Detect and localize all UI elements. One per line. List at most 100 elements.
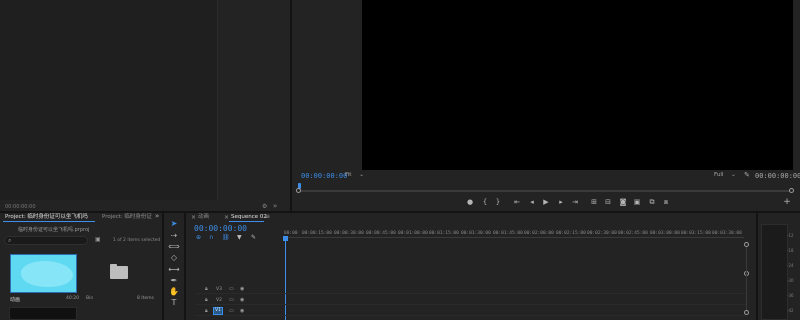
add-marker-icon[interactable]: ▼ — [237, 234, 242, 241]
sync-icon[interactable]: ▭ — [229, 286, 234, 292]
settings-wrench-icon[interactable]: ✎ — [744, 171, 750, 179]
razor-tool-icon[interactable]: ◇ — [168, 253, 180, 263]
vertical-scrollbar[interactable] — [746, 247, 747, 310]
source-monitor-panel: 00:00:00:00 ⚙ » — [0, 0, 289, 212]
linked-selection-icon[interactable]: ⛓ — [222, 234, 230, 241]
items-selected: 1 of 2 items selected — [113, 238, 161, 243]
track-row-v1[interactable] — [196, 306, 746, 316]
scrub-start-handle[interactable] — [296, 188, 301, 193]
meter-scale-label: -42 — [787, 308, 794, 313]
program-timecode[interactable]: 00:00:00:00 — [301, 172, 347, 180]
ruler-tick-label: 00:00:45:00 — [366, 231, 396, 236]
close-tab-icon[interactable]: × — [191, 214, 196, 221]
search-input[interactable]: ⌕ — [4, 236, 88, 245]
comparison-icon[interactable]: ▣ — [632, 198, 642, 206]
step-forward-icon[interactable]: ▸ — [556, 198, 566, 206]
chevron-right-icon[interactable]: » — [273, 202, 277, 210]
mark-in-icon[interactable]: { — [480, 198, 490, 206]
clip-thumbnail-2[interactable] — [9, 307, 77, 320]
multicam-icon[interactable]: ⧉ — [647, 198, 657, 206]
meter-scale-label: -12 — [787, 233, 794, 238]
ruler-tick-label: 00:02:15:00 — [556, 231, 586, 236]
tab-project-active[interactable]: Project: 临时身份证可以坐飞机吗 — [5, 213, 95, 221]
play-icon[interactable]: ▶ — [541, 198, 551, 206]
tab-anim[interactable]: 动画 — [198, 213, 209, 221]
overwrite-icon[interactable]: ⊟ — [603, 198, 613, 206]
clip-thumbnail[interactable] — [10, 254, 77, 293]
panel-divider[interactable] — [756, 213, 758, 320]
ruler-tick-label: 00:01:30:00 — [461, 231, 491, 236]
track-target-v1[interactable]: V1 — [213, 307, 223, 315]
panel-overflow-icon[interactable]: » — [155, 212, 159, 220]
track-label-v1: V1 — [215, 308, 221, 313]
program-video-frame — [362, 0, 793, 170]
eye-icon[interactable]: ◉ — [240, 297, 244, 303]
ruler-tick-label: 00:02:00:00 — [524, 231, 554, 236]
sync-icon[interactable]: ▭ — [229, 308, 234, 314]
proxy-icon[interactable]: ⧈ — [661, 198, 671, 206]
clip-name[interactable]: 动画 — [10, 296, 20, 303]
track-row-v3[interactable] — [196, 284, 746, 294]
program-duration: 00:00:00:00 — [755, 172, 800, 180]
scrub-end-handle[interactable] — [789, 188, 794, 193]
ruler-tick-label: 00:02:30:00 — [587, 231, 617, 236]
ruler-tick-label: 00:03:15:00 — [681, 231, 711, 236]
go-to-out-icon[interactable]: ⇥ — [570, 198, 580, 206]
tab-sequence[interactable]: Sequence 02 — [231, 213, 267, 221]
track-row-v2[interactable] — [196, 295, 746, 305]
ruler-tick-label: 00:03:00:00 — [650, 231, 680, 236]
export-frame-icon[interactable]: ◙ — [618, 198, 628, 206]
timeline-timecode[interactable]: 00:00:00:00 — [194, 224, 247, 233]
ripple-edit-tool-icon[interactable]: ⟺ — [168, 242, 180, 252]
selection-tool-icon[interactable]: ➤ — [168, 219, 180, 229]
program-scrub-bar[interactable] — [300, 190, 792, 192]
lock-icon[interactable]: 🔒︎ — [205, 297, 208, 303]
ruler-tick-label: 00:00:15:00 — [302, 231, 332, 236]
thumbnail-image — [21, 261, 73, 287]
bin-folder-icon[interactable] — [110, 264, 128, 279]
wrench-icon[interactable]: ✎ — [251, 234, 256, 241]
resolution-dropdown[interactable]: Full ⌄ — [714, 172, 736, 178]
snap-icon[interactable]: ∩ — [209, 234, 213, 241]
insert-icon[interactable]: ⊞ — [589, 198, 599, 206]
type-tool-icon[interactable]: T — [168, 298, 180, 308]
fit-label: Fit — [345, 172, 352, 178]
menu-icon[interactable]: ≡ — [265, 213, 270, 220]
ruler-tick-label: 00:00:30:00 — [334, 231, 364, 236]
wrench-icon[interactable]: ⚙ — [262, 203, 267, 210]
marker-icon[interactable]: ● — [465, 198, 475, 206]
lock-icon[interactable]: 🔒︎ — [205, 286, 208, 292]
close-tab-icon[interactable]: × — [224, 214, 229, 221]
lock-icon[interactable]: 🔒︎ — [205, 308, 208, 314]
go-to-in-icon[interactable]: ⇤ — [512, 198, 522, 206]
audio-meter — [761, 224, 788, 320]
pen-tool-icon[interactable]: ✒ — [168, 276, 180, 286]
eye-icon[interactable]: ◉ — [240, 308, 244, 314]
project-file-name: 临时身份证可以坐飞机吗.prproj — [18, 227, 90, 233]
nest-icon[interactable]: ⊕ — [196, 234, 201, 241]
sync-icon[interactable]: ▭ — [229, 297, 234, 303]
meter-scale-label: -30 — [787, 278, 794, 283]
ruler-tick-label: 00:02:45:00 — [618, 231, 648, 236]
fit-dropdown[interactable]: Fit ⌄ — [345, 172, 364, 178]
clip-duration: 40:20 — [66, 296, 79, 301]
hand-tool-icon[interactable]: ✋ — [168, 287, 180, 297]
add-icon[interactable]: + — [782, 198, 792, 207]
source-timecode[interactable]: 00:00:00:00 — [5, 204, 36, 210]
slip-tool-icon[interactable]: ⟷ — [168, 265, 180, 275]
chevron-down-icon: ⌄ — [731, 172, 736, 178]
ruler-tick-label: 00:03:30:00 — [712, 231, 742, 236]
active-tab-indicator — [229, 221, 264, 222]
bin-name[interactable]: Bin — [86, 296, 93, 301]
mark-out-icon[interactable]: } — [493, 198, 503, 206]
track-label-v3: V3 — [216, 287, 222, 292]
resolution-label: Full — [714, 172, 724, 178]
track-select-tool-icon[interactable]: ⇢ — [168, 231, 180, 241]
bin-count: 8 Items — [137, 296, 154, 301]
track-label-v2: V2 — [216, 298, 222, 303]
tab-project-inactive[interactable]: Project: 临时身份证 — [102, 213, 160, 221]
new-bin-icon[interactable]: ▣ — [95, 236, 101, 243]
chevron-down-icon: ⌄ — [359, 172, 364, 178]
eye-icon[interactable]: ◉ — [240, 286, 244, 292]
step-back-icon[interactable]: ◂ — [527, 198, 537, 206]
